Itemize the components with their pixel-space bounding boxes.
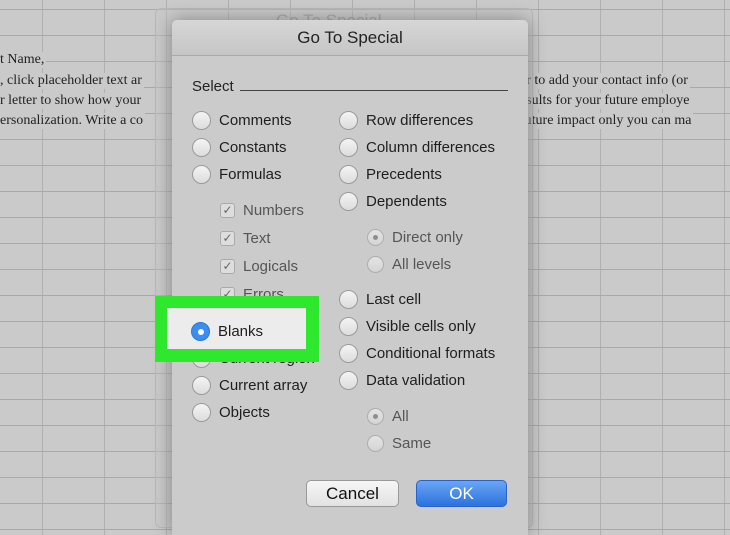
cell-text: ersonalization. Write a co <box>0 113 146 129</box>
option-label: Data validation <box>366 372 466 389</box>
radio-icon <box>192 403 211 422</box>
radio-icon <box>367 435 384 452</box>
option-label: Blanks <box>218 323 264 340</box>
option-label: Logicals <box>243 258 299 275</box>
option-2[interactable]: Formulas <box>192 165 282 184</box>
option-2[interactable]: ✓ Logicals <box>220 258 298 275</box>
radio-icon <box>339 317 358 336</box>
option-label: Dependents <box>366 193 447 210</box>
checkbox-icon: ✓ <box>220 231 235 246</box>
cancel-button[interactable]: Cancel <box>306 480 399 507</box>
option-3[interactable]: Objects <box>192 403 270 422</box>
radio-icon <box>339 290 358 309</box>
option-blanks[interactable]: Blanks <box>191 322 263 341</box>
checkbox-icon: ✓ <box>220 259 235 274</box>
cell-text: er to add your contact info (or <box>520 73 690 89</box>
ok-button[interactable]: OK <box>416 480 507 507</box>
radio-icon <box>192 111 211 130</box>
cell-text: esults for your future employe <box>520 93 692 109</box>
option-label: Visible cells only <box>366 318 476 335</box>
radio-icon <box>339 192 358 211</box>
option-label: Precedents <box>366 166 442 183</box>
radio-icon <box>339 165 358 184</box>
option-1[interactable]: Visible cells only <box>339 317 476 336</box>
option-label: Formulas <box>219 166 282 183</box>
option-label: Same <box>392 435 432 452</box>
option-2[interactable]: Precedents <box>339 165 442 184</box>
go-to-special-dialog: Go To Special Select Comments Constants Fo… <box>172 20 528 535</box>
option-label: Conditional formats <box>366 345 496 362</box>
option-label: All levels <box>392 256 452 273</box>
option-0[interactable]: Direct only <box>367 229 463 246</box>
option-0[interactable]: ✓ Numbers <box>220 202 304 219</box>
cell-text: t Name, <box>0 52 47 68</box>
option-label: Column differences <box>366 139 495 156</box>
radio-selected-icon <box>191 322 210 341</box>
radio-icon <box>192 165 211 184</box>
option-1[interactable]: All levels <box>367 256 451 273</box>
option-label: All <box>392 408 409 425</box>
radio-icon <box>367 256 384 273</box>
radio-icon <box>339 344 358 363</box>
option-1[interactable]: Same <box>367 435 431 452</box>
option-label: Comments <box>219 112 292 129</box>
dialog-title: Go To Special <box>172 20 528 56</box>
radio-icon <box>367 229 384 246</box>
cell-text: r letter to show how your <box>0 93 144 109</box>
cell-text: future impact only you can ma <box>520 113 694 129</box>
option-2[interactable]: Conditional formats <box>339 344 495 363</box>
option-label: Constants <box>219 139 287 156</box>
divider <box>240 90 508 91</box>
radio-icon <box>339 111 358 130</box>
option-0[interactable]: Comments <box>192 111 292 130</box>
option-label: Row differences <box>366 112 474 129</box>
cell-text: , click placeholder text ar <box>0 73 144 89</box>
option-2[interactable]: Current array <box>192 376 307 395</box>
option-label: Current array <box>219 377 308 394</box>
option-1[interactable]: ✓ Text <box>220 230 271 247</box>
option-label: Text <box>243 230 271 247</box>
radio-icon <box>339 371 358 390</box>
radio-icon <box>192 138 211 157</box>
option-0[interactable]: Last cell <box>339 290 421 309</box>
option-0[interactable]: All <box>367 408 409 425</box>
radio-icon <box>192 376 211 395</box>
radio-icon <box>367 408 384 425</box>
option-3[interactable]: Dependents <box>339 192 447 211</box>
option-1[interactable]: Column differences <box>339 138 495 157</box>
option-3[interactable]: Data validation <box>339 371 465 390</box>
section-label: Select <box>192 78 234 95</box>
option-label: Direct only <box>392 229 463 246</box>
option-label: Last cell <box>366 291 422 308</box>
option-0[interactable]: Row differences <box>339 111 473 130</box>
checkbox-icon: ✓ <box>220 203 235 218</box>
radio-icon <box>339 138 358 157</box>
highlight-box: Blanks <box>155 296 319 362</box>
option-1[interactable]: Constants <box>192 138 287 157</box>
option-label: Numbers <box>243 202 304 219</box>
option-label: Objects <box>219 404 270 421</box>
